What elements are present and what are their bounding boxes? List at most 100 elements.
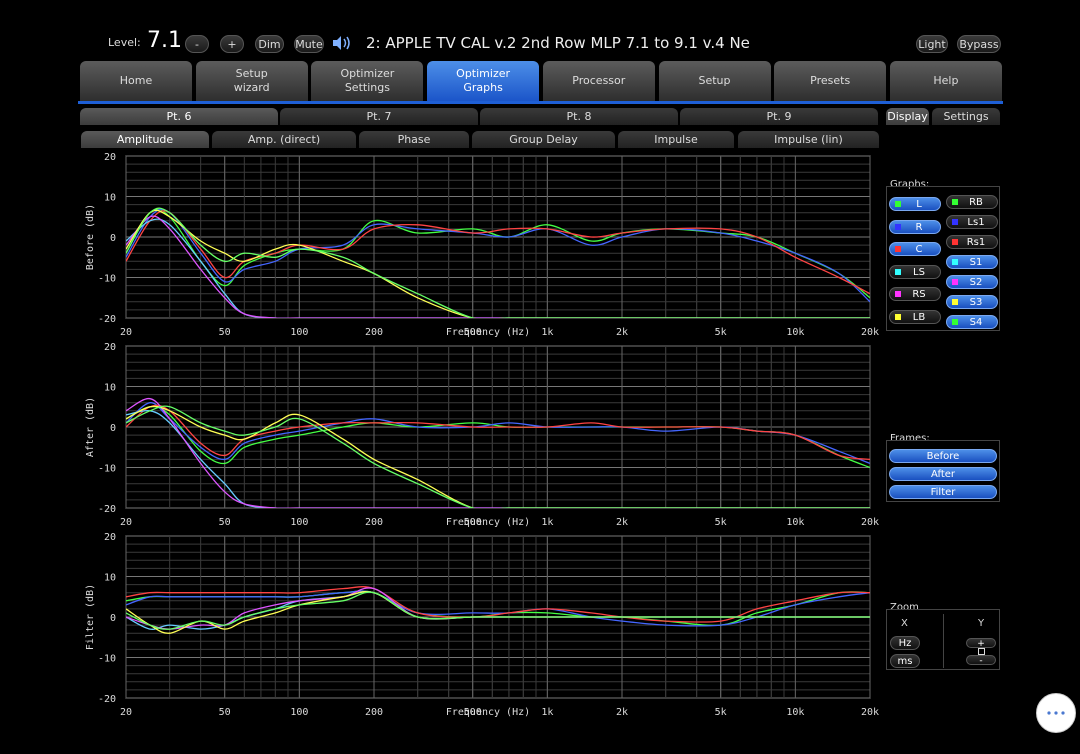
channel-toggle-c[interactable]: C (889, 242, 941, 256)
channel-toggle-r[interactable]: R (889, 219, 941, 234)
y-tick-label: 10 (104, 573, 116, 584)
x-tick-label: 50 (219, 517, 231, 528)
tab-label-line1: Home (119, 74, 153, 87)
channel-color-swatch (952, 279, 958, 285)
channel-toggle-ls1[interactable]: Ls1 (946, 215, 998, 229)
channel-label: LS (913, 266, 925, 278)
zoom-divider (943, 614, 944, 668)
tab-phase[interactable]: Phase (359, 131, 469, 148)
x-tick-label: 5k (715, 327, 727, 338)
x-tick-label: 20k (861, 707, 879, 718)
x-tick-label: 1k (541, 707, 553, 718)
channel-label: S2 (969, 277, 983, 288)
channel-toggle-rs[interactable]: RS (889, 287, 941, 301)
tab-setup-wizard[interactable]: Setup wizard (195, 61, 308, 101)
tab-amplitude[interactable]: Amplitude (81, 131, 209, 148)
preset-title: 2: APPLE TV CAL v.2 2nd Row MLP 7.1 to 9… (366, 34, 750, 52)
channel-toggle-s1[interactable]: S1 (946, 255, 998, 269)
dim-button[interactable]: Dim (255, 35, 284, 53)
zoom-y-label: Y (978, 618, 985, 629)
channel-label: Rs1 (966, 237, 986, 248)
channel-color-swatch (895, 246, 901, 252)
level-label: Level: (108, 36, 141, 49)
bypass-button[interactable]: Bypass (957, 35, 1001, 53)
tab-point-9[interactable]: Pt. 9 (680, 108, 878, 125)
channel-toggle-s3[interactable]: S3 (946, 295, 998, 309)
tab-point-7[interactable]: Pt. 7 (280, 108, 478, 125)
x-tick-label: 100 (290, 707, 308, 718)
x-tick-label: 2k (616, 707, 628, 718)
plot-2: 20100-10-2020 50 100 200 500 1k 2k 5k 10k 20kFreq… (85, 532, 879, 718)
x-tick-label: 5k (715, 707, 727, 718)
y-tick-label: 10 (104, 383, 116, 394)
tab-impulse-lin[interactable]: Impulse (lin) (738, 131, 879, 148)
y-tick-label: -20 (98, 314, 116, 325)
tab-presets[interactable]: Presets (774, 61, 887, 101)
x-tick-label: 2k (616, 327, 628, 338)
x-tick-label: 20 (120, 707, 132, 718)
tab-optimizer-settings[interactable]: Optimizer Settings (311, 61, 424, 101)
frame-after-button[interactable]: After (889, 467, 997, 481)
channel-toggle-ls[interactable]: LS (889, 264, 941, 279)
channel-color-swatch (952, 319, 958, 325)
level-up-button[interactable]: + (220, 35, 244, 53)
tab-impulse[interactable]: Impulse (618, 131, 734, 148)
channel-toggle-lb[interactable]: LB (889, 309, 941, 324)
x-tick-label: 200 (365, 327, 383, 338)
tab-processor[interactable]: Processor (542, 61, 655, 101)
y-axis-title: After (dB) (85, 397, 96, 457)
tab-group-delay[interactable]: Group Delay (472, 131, 615, 148)
y-tick-label: 20 (104, 152, 116, 163)
light-button[interactable]: Light (916, 35, 948, 53)
y-axis-title: Filter (dB) (85, 584, 96, 650)
tab-optimizer-graphs[interactable]: Optimizer Graphs (427, 61, 540, 101)
tab-label-line1: Presets (810, 74, 851, 87)
x-tick-label: 50 (219, 327, 231, 338)
y-tick-label: 20 (104, 342, 116, 353)
speaker-volume-icon[interactable] (331, 34, 353, 52)
channel-toggle-rb[interactable]: RB (946, 195, 998, 209)
zoom-x-ms-button[interactable]: ms (890, 654, 920, 668)
frame-before-button[interactable]: Before (889, 449, 997, 463)
tab-help[interactable]: Help (889, 61, 1002, 101)
x-tick-label: 1k (541, 517, 553, 528)
channel-toggle-rs1[interactable]: Rs1 (946, 235, 998, 249)
y-tick-label: 0 (110, 423, 116, 434)
x-tick-label: 100 (290, 517, 308, 528)
frame-filter-button[interactable]: Filter (889, 485, 997, 499)
channel-color-swatch (952, 259, 958, 265)
zoom-y-out-button[interactable]: - (966, 655, 996, 666)
level-down-button[interactable]: - (185, 35, 209, 53)
mute-button[interactable]: Mute (294, 35, 324, 53)
tab-underline (78, 101, 1003, 104)
tab-label-line1: Optimizer (456, 67, 511, 80)
channel-toggle-l[interactable]: L (889, 197, 941, 211)
tab-point-6[interactable]: Pt. 6 (80, 108, 278, 125)
x-tick-label: 10k (786, 707, 804, 718)
more-options-button[interactable] (1036, 693, 1076, 733)
channel-toggle-s4[interactable]: S4 (946, 315, 998, 329)
channel-label: L (916, 199, 922, 210)
tab-home[interactable]: Home (80, 61, 192, 101)
y-tick-label: 10 (104, 193, 116, 204)
zoom-y-handle-icon[interactable] (978, 648, 985, 655)
tab-label-line2: wizard (233, 81, 270, 94)
zoom-x-hz-button[interactable]: Hz (890, 636, 920, 650)
channel-color-swatch (952, 219, 958, 225)
channel-toggle-s2[interactable]: S2 (946, 275, 998, 289)
tab-display[interactable]: Display (886, 108, 929, 125)
tab-label-line2: Settings (344, 81, 390, 94)
tab-point-8[interactable]: Pt. 8 (480, 108, 678, 125)
tab-amp-direct[interactable]: Amp. (direct) (212, 131, 356, 148)
channel-label: RS (912, 289, 926, 300)
y-tick-label: -20 (98, 504, 116, 515)
channel-label: S4 (969, 317, 983, 328)
tab-settings-side[interactable]: Settings (932, 108, 1000, 125)
more-dots-icon (1047, 711, 1065, 715)
channel-color-swatch (895, 291, 901, 297)
tab-setup[interactable]: Setup (658, 61, 771, 101)
zoom-y-in-button[interactable]: + (966, 638, 996, 649)
x-axis-title: Frequency (Hz) (446, 707, 530, 718)
x-tick-label: 2k (616, 517, 628, 528)
y-tick-label: -10 (98, 274, 116, 285)
